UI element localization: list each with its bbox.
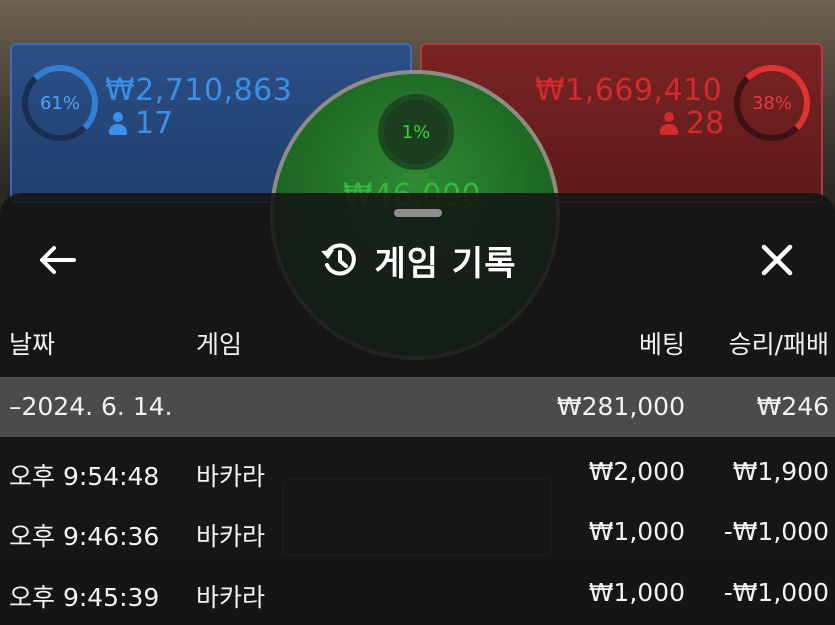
column-result: 승리/패배 (728, 330, 829, 359)
row-result: -₩1,000 (723, 578, 829, 607)
table-row[interactable]: 오후 9:45:39 바카라 ₩1,000 -₩1,000 (0, 564, 835, 622)
date-group-label: –2024. 6. 14. (9, 392, 173, 421)
row-bet: ₩2,000 (588, 457, 685, 486)
row-result: ₩1,900 (732, 457, 829, 486)
player-count-value: 17 (135, 106, 174, 141)
player-bettor-count: 17 (109, 106, 173, 141)
back-button[interactable] (34, 237, 80, 283)
date-group-row[interactable]: –2024. 6. 14. ₩281,000 ₩246 (0, 377, 835, 437)
player-total-amount: ₩2,710,863 (105, 73, 293, 108)
sheet-header: 게임 기록 (0, 237, 835, 284)
history-icon (320, 243, 356, 276)
tie-percent: 1% (401, 122, 431, 143)
banker-count-value: 28 (686, 106, 725, 141)
arrow-left-icon (40, 246, 76, 274)
row-bet: ₩1,000 (588, 578, 685, 607)
person-icon (660, 111, 678, 136)
banker-bettor-count: 28 (660, 106, 724, 141)
table-row[interactable]: 오후 9:54:48 바카라 ₩2,000 ₩1,900 (0, 443, 835, 501)
row-game: 바카라 (196, 462, 266, 491)
table-header: 날짜 게임 베팅 승리/패배 (0, 325, 835, 365)
date-group-result: ₩246 (756, 392, 829, 421)
column-date: 날짜 (9, 330, 56, 359)
sheet-title: 게임 기록 (374, 243, 517, 284)
table-row[interactable]: 오후 9:46:36 바카라 ₩1,000 -₩1,000 (0, 503, 835, 561)
row-bet: ₩1,000 (588, 517, 685, 546)
close-icon (761, 244, 793, 276)
game-history-sheet: 게임 기록 날짜 게임 베팅 승리/패배 –2024. 6. 14. ₩281,… (0, 193, 835, 625)
row-game: 바카라 (196, 522, 266, 551)
row-time: 오후 9:54:48 (9, 462, 160, 491)
close-button[interactable] (754, 237, 800, 283)
player-percent: 61% (39, 93, 80, 114)
column-game: 게임 (196, 330, 243, 359)
date-group-bet: ₩281,000 (556, 392, 685, 421)
drag-handle[interactable] (394, 209, 442, 217)
row-time: 오후 9:46:36 (9, 522, 160, 551)
person-icon (109, 111, 127, 136)
banker-percent: 38% (751, 93, 792, 114)
banker-total-amount: ₩1,669,410 (535, 73, 723, 108)
row-game: 바카라 (196, 583, 266, 612)
column-bet: 베팅 (638, 330, 685, 359)
row-time: 오후 9:45:39 (9, 583, 160, 612)
row-result: -₩1,000 (723, 517, 829, 546)
